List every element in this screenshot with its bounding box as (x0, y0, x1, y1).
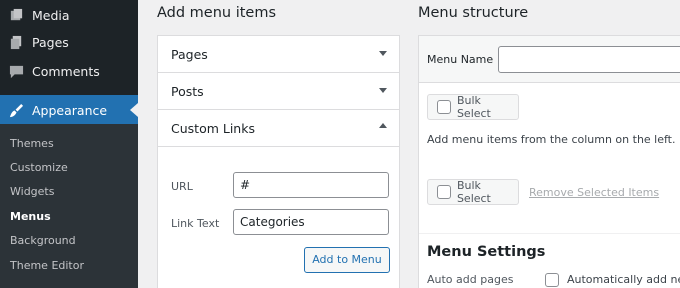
menu-name-label: Menu Name (427, 53, 494, 66)
accordion-section-posts[interactable]: Posts (158, 73, 399, 110)
appearance-icon (8, 102, 24, 118)
sidebar-item-label: Pages (32, 34, 69, 50)
bulk-select-toggle-bottom[interactable]: Bulk Select (427, 179, 519, 205)
media-icon (8, 7, 24, 23)
add-menu-items-heading: Add menu items (157, 5, 277, 21)
accordion-title: Custom Links (171, 121, 255, 136)
menu-instructions: Add menu items from the column on the le… (427, 133, 676, 146)
chevron-up-icon[interactable] (379, 123, 387, 128)
admin-sidebar: Media Pages Comments Appearance Themes C… (0, 0, 138, 288)
chevron-down-icon[interactable] (379, 88, 387, 93)
sidebar-item-pages[interactable]: Pages (0, 27, 138, 57)
chevron-down-icon[interactable] (379, 51, 387, 56)
submenu-item-theme-editor[interactable]: Theme Editor (10, 259, 84, 272)
sidebar-item-label: Appearance (32, 102, 108, 118)
sidebar-item-comments[interactable]: Comments (0, 56, 138, 86)
submenu-item-menus[interactable]: Menus (10, 210, 51, 223)
menu-structure-panel: Menu Name Bulk Select Add menu items fro… (418, 35, 680, 288)
sidebar-item-label: Comments (32, 63, 100, 79)
bulk-select-label: Bulk Select (456, 94, 491, 120)
bulk-select-toggle-top[interactable]: Bulk Select (427, 94, 519, 120)
auto-add-pages-text: Automatically add new (567, 273, 680, 286)
submenu-item-themes[interactable]: Themes (10, 137, 54, 150)
auto-add-pages-checkbox[interactable] (545, 273, 559, 287)
appearance-submenu: Themes Customize Widgets Menus Backgroun… (0, 124, 138, 288)
sidebar-item-appearance[interactable]: Appearance (0, 95, 138, 125)
comments-icon (8, 63, 24, 79)
link-text-input[interactable] (233, 209, 389, 235)
submenu-item-customize[interactable]: Customize (10, 161, 68, 174)
bulk-select-checkbox[interactable] (437, 185, 451, 199)
accordion-section-pages[interactable]: Pages (158, 36, 399, 73)
link-text-label: Link Text (171, 217, 220, 230)
add-to-menu-button[interactable]: Add to Menu (304, 247, 390, 273)
sidebar-item-label: Media (32, 7, 70, 23)
sidebar-item-media[interactable]: Media (0, 0, 138, 30)
accordion-section-custom-links[interactable]: Custom Links (158, 110, 399, 147)
url-label: URL (171, 180, 193, 193)
pages-icon (8, 34, 24, 50)
auto-add-pages-label: Auto add pages (427, 273, 514, 286)
menu-items-accordion: Pages Posts Custom Links URL Link Text A… (157, 35, 400, 288)
accordion-title: Posts (171, 84, 204, 99)
menu-name-input[interactable] (498, 46, 680, 73)
submenu-item-background[interactable]: Background (10, 234, 76, 247)
settings-divider (419, 233, 680, 234)
remove-selected-items-link[interactable]: Remove Selected Items (529, 186, 659, 199)
menu-settings-heading: Menu Settings (427, 244, 546, 260)
bulk-select-label: Bulk Select (456, 179, 491, 205)
menu-name-bar: Menu Name (419, 36, 680, 83)
submenu-item-widgets[interactable]: Widgets (10, 185, 54, 198)
menu-structure-heading: Menu structure (418, 5, 529, 21)
bulk-select-checkbox[interactable] (437, 100, 451, 114)
url-input[interactable] (233, 172, 389, 198)
accordion-title: Pages (171, 47, 208, 62)
